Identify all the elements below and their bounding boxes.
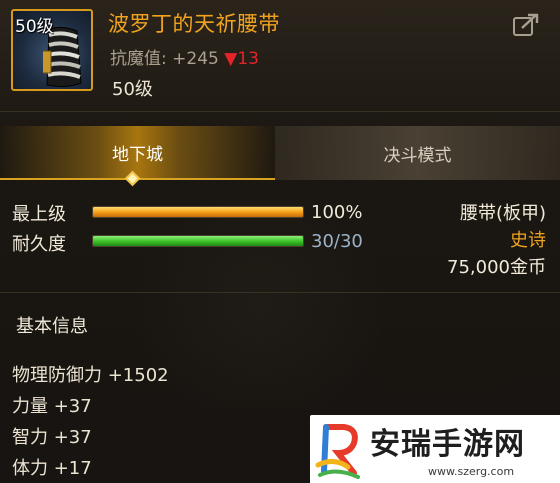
durability-bar: [92, 235, 304, 247]
attribute-line: 物理防御力 +1502: [12, 365, 169, 386]
watermark-url: www.szerg.com: [428, 465, 515, 478]
item-name: 波罗丁的天祈腰带: [108, 12, 280, 36]
grade-label: 最上级: [12, 204, 66, 225]
watermark-title: 安瑞手游网: [370, 427, 525, 462]
durability-bar-fill: [93, 236, 303, 246]
magic-defense-stat: 抗魔值: +245 ▼13: [110, 44, 259, 69]
item-type: 腰带(板甲): [459, 203, 546, 224]
section-divider: [0, 292, 560, 293]
tab-pvp[interactable]: 决斗模式: [275, 126, 560, 180]
item-price: 75,000金币: [447, 257, 546, 278]
attribute-line: 体力 +17: [12, 458, 92, 479]
item-header: 50级 波罗丁的天祈腰带 抗魔值: +245 ▼13 50级: [0, 0, 560, 112]
watermark: 安瑞手游网 www.szerg.com: [310, 415, 560, 483]
attribute-line: 力量 +37: [12, 396, 92, 417]
item-rarity: 史诗: [510, 230, 546, 251]
required-level: 50级: [112, 79, 153, 100]
share-icon[interactable]: [512, 12, 540, 38]
attribute-line: 智力 +37: [12, 427, 92, 448]
basic-info-title: 基本信息: [16, 316, 88, 337]
item-tooltip: 50级 波罗丁的天祈腰带 抗魔值: +245 ▼13 50级 地下城 决斗模式 …: [0, 0, 560, 483]
item-level-badge: 50级: [15, 17, 54, 37]
mode-tabs: 地下城 决斗模式: [0, 126, 560, 180]
tab-dungeon[interactable]: 地下城: [0, 126, 275, 180]
grade-bar-fill: [93, 207, 303, 217]
grade-value: 100%: [311, 202, 363, 223]
durability-label: 耐久度: [12, 234, 66, 255]
stat-label: 抗魔值:: [110, 49, 167, 69]
grade-bar: [92, 206, 304, 218]
belt-icon: 50级: [11, 9, 93, 91]
stat-change: ▼13: [224, 49, 259, 69]
durability-value: 30/30: [311, 231, 363, 252]
logo-icon: [315, 424, 360, 479]
stat-value: +245: [172, 49, 219, 69]
